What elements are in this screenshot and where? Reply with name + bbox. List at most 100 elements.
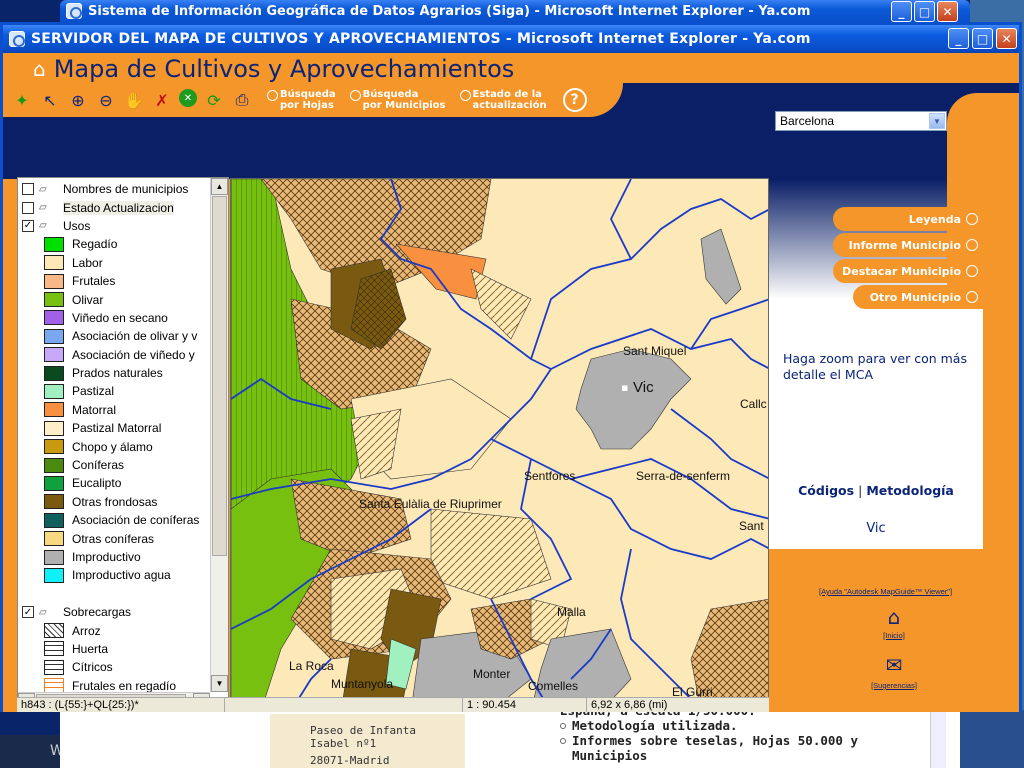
legend-swatch <box>44 531 64 547</box>
home-icon[interactable]: ⌂ <box>879 605 909 629</box>
side-button-label: Otro Municipio <box>869 290 961 304</box>
legend-label: Huerta <box>72 641 109 656</box>
province-select[interactable]: Barcelona ▼ <box>775 111 947 131</box>
legend-swatch <box>44 623 64 639</box>
legend-item: Otras frondosas <box>22 493 210 511</box>
bg-minimize-button[interactable]: _ <box>891 1 912 22</box>
side-button-label: Informe Municipio <box>848 238 961 252</box>
legend-layer-row[interactable]: ✓ ▱ Sobrecargas <box>22 603 210 621</box>
option-line: Estado de la <box>472 89 542 100</box>
suggestions-link[interactable]: [Sugerencias] <box>864 681 924 690</box>
legend-swatch <box>44 494 64 510</box>
link-separator: | <box>858 483 863 498</box>
pan-hand-icon[interactable]: ✋ <box>123 89 145 111</box>
legend-item: Eucalipto <box>22 474 210 492</box>
legend-label: Asociación de olivar y v <box>72 329 198 344</box>
map-place-label: Callc <box>740 397 767 411</box>
legend-spacer <box>22 585 210 603</box>
list-item[interactable]: Informes sobre teselas, Hojas 50.000 y <box>560 733 920 748</box>
option-line: Búsqueda <box>362 89 419 100</box>
ie-icon <box>66 3 82 19</box>
close-circle-icon[interactable]: ✕ <box>179 89 197 107</box>
radio-icon <box>966 213 978 225</box>
legend-layer-row[interactable]: ✓ ▱ Usos <box>22 217 210 235</box>
print-icon[interactable]: ⎙ <box>231 89 253 111</box>
legend-label: Matorral <box>72 402 117 417</box>
bg-close-button[interactable]: ✕ <box>937 1 958 22</box>
envelope-icon[interactable]: ✉ <box>879 653 909 677</box>
search-by-sheets-option[interactable]: Búsqueda por Hojas <box>267 89 336 111</box>
search-by-municipality-option[interactable]: Búsqueda por Municipios <box>349 89 446 111</box>
scroll-thumb[interactable] <box>212 196 227 556</box>
update-status-option[interactable]: Estado de la actualización <box>459 89 547 111</box>
legend-button[interactable]: Leyenda <box>833 207 983 231</box>
refresh-icon[interactable]: ⟳ <box>203 89 225 111</box>
status-extent: 6,92 x 6,86 (mi) <box>591 699 668 711</box>
home-link[interactable]: [Inicio] <box>864 631 924 640</box>
list-item[interactable]: Metodología utilizada. <box>560 718 920 733</box>
background-window-titlebar[interactable]: Sistema de Información Geográfica de Dat… <box>60 0 970 22</box>
clear-selection-icon[interactable]: ✗ <box>151 89 173 111</box>
window-titlebar[interactable]: SERVIDOR DEL MAPA DE CULTIVOS Y APROVECH… <box>3 25 1019 53</box>
close-button[interactable]: ✕ <box>996 28 1017 49</box>
legend-label: Regadío <box>72 237 118 252</box>
highlight-municipality-button[interactable]: Destacar Municipio <box>833 259 983 283</box>
legend-item: Asociación de viñedo y <box>22 346 210 364</box>
maximize-button[interactable]: □ <box>972 28 993 49</box>
layer-checkbox[interactable]: ✓ <box>22 606 34 619</box>
layer-icon: ▱ <box>39 183 47 195</box>
legend-label: Otras frondosas <box>72 494 158 509</box>
info-panel <box>769 299 983 549</box>
zoom-in-icon[interactable]: ⊕ <box>67 89 89 111</box>
list-text: Municipios <box>572 748 648 763</box>
municipality-report-button[interactable]: Informe Municipio <box>833 233 983 257</box>
scroll-down-icon[interactable]: ▼ <box>211 675 228 692</box>
codes-link[interactable]: Códigos <box>798 483 854 498</box>
map-canvas[interactable] <box>231 179 769 710</box>
zoom-out-icon[interactable]: ⊖ <box>95 89 117 111</box>
legend-item: Asociación de coníferas <box>22 511 210 529</box>
map-place-label: La Roca <box>289 659 334 673</box>
legend-label: Sobrecargas <box>63 605 132 620</box>
legend-label: Nombres de municipios <box>63 182 189 197</box>
legend-label: Coníferas <box>72 458 125 473</box>
scroll-up-icon[interactable]: ▲ <box>211 178 228 195</box>
layer-checkbox[interactable] <box>22 183 34 196</box>
layer-checkbox[interactable]: ✓ <box>22 219 34 232</box>
pointer-tool-icon[interactable]: ↖ <box>39 89 61 111</box>
legend-item: Otras coníferas <box>22 529 210 547</box>
legend-swatch <box>44 310 64 326</box>
layer-icon: ▱ <box>39 606 47 618</box>
legend-swatch <box>44 439 64 455</box>
app-header: ⌂ Mapa de Cultivos y Aprovechamientos <box>3 53 1019 83</box>
mapguide-help-link[interactable]: [Ayuda "Autodesk MapGuide™ Viewer"] <box>819 587 952 596</box>
province-select-value: Barcelona <box>780 114 835 128</box>
chevron-down-icon[interactable]: ▼ <box>929 113 945 129</box>
legend-label: Eucalipto <box>72 476 122 491</box>
option-line: Búsqueda <box>280 89 336 100</box>
legend-swatch <box>44 512 64 528</box>
layers-tool-icon[interactable]: ✦ <box>11 89 33 111</box>
legend-vertical-scrollbar[interactable]: ▲ ▼ <box>210 178 228 692</box>
legend-swatch <box>44 402 64 418</box>
help-icon[interactable]: ? <box>562 88 587 112</box>
legend-item: Frutales <box>22 272 210 290</box>
map-viewer[interactable]: Sant Miquel ▪ Vic Callc Sentfores Serra-de-s… <box>230 178 769 710</box>
home-icon[interactable]: ⌂ <box>33 57 46 81</box>
radio-icon <box>966 239 978 251</box>
legend-layer-row[interactable]: ▱ Nombres de municipios <box>22 180 210 198</box>
app-title: ⌂ Mapa de Cultivos y Aprovechamientos <box>33 55 514 83</box>
legend-item: Coníferas <box>22 456 210 474</box>
bg-maximize-button[interactable]: □ <box>914 1 935 22</box>
legend-item: Pastizal Matorral <box>22 419 210 437</box>
background-window-title: Sistema de Información Geográfica de Dat… <box>88 3 811 19</box>
legend-layer-row[interactable]: ▱ Estado Actualizacion <box>22 198 210 216</box>
legend-item: Improductivo <box>22 548 210 566</box>
layer-checkbox[interactable] <box>22 201 34 214</box>
legend-item: Prados naturales <box>22 364 210 382</box>
municipality-name: Vic <box>866 521 886 536</box>
minimize-button[interactable]: _ <box>948 28 969 49</box>
methodology-link[interactable]: Metodología <box>866 483 954 498</box>
other-municipality-button[interactable]: Otro Municipio <box>853 285 983 309</box>
background-scrollbar[interactable] <box>930 710 946 768</box>
